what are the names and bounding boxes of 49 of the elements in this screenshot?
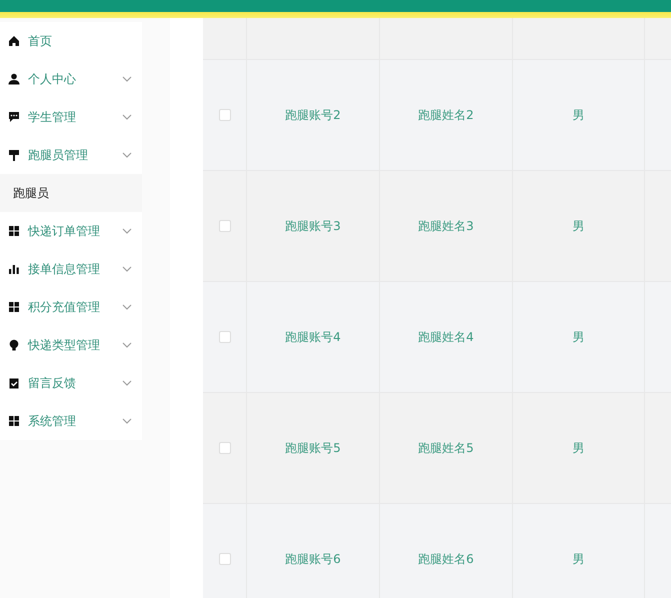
table-cell-text: 跑腿账号2 [285, 107, 341, 124]
row-checkbox[interactable] [218, 331, 230, 343]
user-icon [8, 73, 20, 85]
table-cell-text: 跑腿姓名5 [418, 440, 474, 457]
chevron-down-icon [122, 342, 132, 348]
lightbulb-icon [8, 339, 20, 351]
chevron-down-icon [122, 152, 132, 158]
row-checkbox[interactable] [218, 553, 230, 565]
chevron-down-icon [122, 418, 132, 424]
clipboard-check-icon [8, 377, 20, 389]
row-checkbox[interactable] [218, 442, 230, 454]
table-cell-text: 男 [572, 329, 584, 346]
menu-item[interactable]: 跑腿员管理 [0, 136, 142, 174]
table-cell-text: 跑腿账号4 [285, 329, 341, 346]
menu-item[interactable]: 快递订单管理 [0, 212, 142, 250]
table-cell-text: 跑腿账号5 [285, 440, 341, 457]
row-checkbox[interactable] [218, 109, 230, 121]
chevron-down-icon [122, 266, 132, 272]
grid-icon [8, 225, 20, 237]
chevron-down-icon [122, 76, 132, 82]
table-cell-text: 男 [572, 107, 584, 124]
table-cell-text: 跑腿姓名3 [418, 218, 474, 235]
menu-item[interactable]: 系统管理 [0, 402, 142, 440]
grid-icon [8, 415, 20, 427]
table-cell-text: 男 [572, 218, 584, 235]
bar-chart-icon [8, 263, 20, 275]
submenu-item[interactable]: 跑腿员 [0, 174, 142, 212]
menu-item[interactable]: 积分充值管理 [0, 288, 142, 326]
menu-item[interactable]: 留言反馈 [0, 364, 142, 402]
table-cell-text: 跑腿账号6 [285, 551, 341, 568]
table-cell-text: 跑腿姓名2 [418, 107, 474, 124]
menu-item[interactable]: 接单信息管理 [0, 250, 142, 288]
home-icon [8, 35, 20, 47]
grid-icon [8, 301, 20, 313]
menu-item[interactable]: 个人中心 [0, 60, 142, 98]
chat-icon [8, 111, 20, 123]
table-cell-text: 男 [572, 551, 584, 568]
chevron-down-icon [122, 114, 132, 120]
chevron-down-icon [122, 228, 132, 234]
menu-item[interactable]: 首页 [0, 22, 142, 60]
table-cell-text: 跑腿姓名6 [418, 551, 474, 568]
menu-item[interactable]: 学生管理 [0, 98, 142, 136]
table-cell-text: 男 [572, 440, 584, 457]
chevron-down-icon [122, 304, 132, 310]
menu-item[interactable]: 快递类型管理 [0, 326, 142, 364]
row-checkbox[interactable] [218, 220, 230, 232]
chevron-down-icon [122, 380, 132, 386]
table-cell-text: 跑腿账号3 [285, 218, 341, 235]
table-cell-text: 跑腿姓名4 [418, 329, 474, 346]
